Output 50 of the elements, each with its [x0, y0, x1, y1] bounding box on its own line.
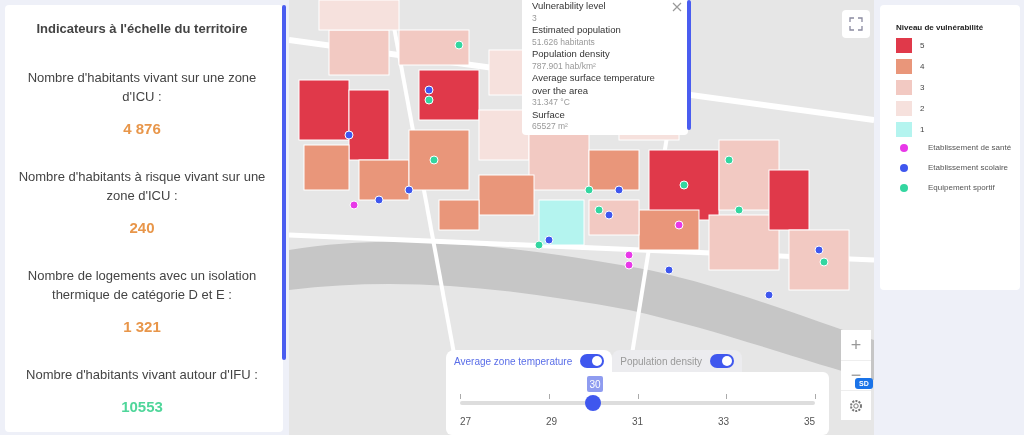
indicator-label: Nombre d'habitants vivant autour d'IFU : — [26, 366, 258, 384]
indicator-label: Nombre d'habitants à risque vivant sur une zone d'ICU : — [17, 168, 267, 205]
indicator-value: 1 321 — [123, 318, 161, 335]
slider-thumb[interactable] — [585, 395, 602, 411]
field-value: 787.901 hab/km² — [532, 60, 596, 72]
legend-label: 3 — [920, 83, 925, 92]
field-label: Vulnerability level — [532, 0, 606, 13]
field-label: Surface — [532, 108, 565, 121]
tick-label: 35 — [803, 416, 815, 427]
legend-label: Equipement sportif — [928, 183, 995, 192]
scrollbar-thumb[interactable] — [282, 5, 286, 360]
slider-track[interactable] — [460, 394, 815, 412]
layer-tab[interactable]: Population density — [612, 350, 742, 372]
close-icon — [672, 2, 682, 12]
field-value: 51.626 habitants — [532, 36, 595, 48]
legend-label: 1 — [920, 125, 925, 134]
tick-label: 29 — [545, 416, 558, 427]
panel-title: Indicateurs à l'échelle du territoire — [36, 21, 248, 36]
toggle-switch[interactable] — [709, 354, 734, 368]
tab-label: Average zone temperature — [454, 355, 573, 367]
layer-tab[interactable]: Average zone temperature — [446, 350, 613, 372]
legend-label: Etablissement de santé — [928, 143, 1012, 152]
slider-value: 30 — [587, 376, 604, 392]
field-value: 31.347 °C — [532, 97, 570, 109]
indicator-label: Nombre de logements avec un isolation thermique de catégorie D et E : — [26, 267, 258, 304]
settings-button[interactable] — [841, 390, 871, 420]
indicator-value: 4 876 — [123, 120, 161, 137]
legend-label: Etablissement scolaire — [928, 163, 1009, 172]
legend-label: 2 — [920, 104, 925, 113]
tick-label: 27 — [460, 416, 472, 427]
close-button[interactable] — [670, 0, 684, 14]
settings-icon — [849, 398, 863, 413]
fullscreen-button[interactable] — [842, 10, 870, 38]
indicator-label: Nombre d'habitants vivant sur une zone d'ICU : — [26, 69, 258, 106]
toggle-switch[interactable] — [580, 354, 605, 368]
fullscreen-icon — [849, 17, 863, 31]
legend-label: 5 — [920, 41, 925, 50]
tick-label: 31 — [631, 416, 644, 427]
legend-title: Niveau de vulnérabilité — [896, 23, 985, 32]
scrollbar-thumb[interactable] — [687, 0, 691, 130]
field-value: 3 — [532, 12, 537, 24]
field-label: Estimated population — [532, 24, 621, 37]
indicator-value: 240 — [129, 219, 155, 236]
field-label: Population density — [532, 48, 610, 61]
tick-label: 33 — [717, 416, 730, 427]
field-value: 65527 m² — [532, 121, 568, 133]
indicator-value: 10553 — [121, 398, 163, 415]
legend-label: 4 — [920, 62, 925, 71]
tab-label: Population density — [620, 355, 702, 367]
field-label: Average surface temperature over the area — [532, 72, 656, 97]
